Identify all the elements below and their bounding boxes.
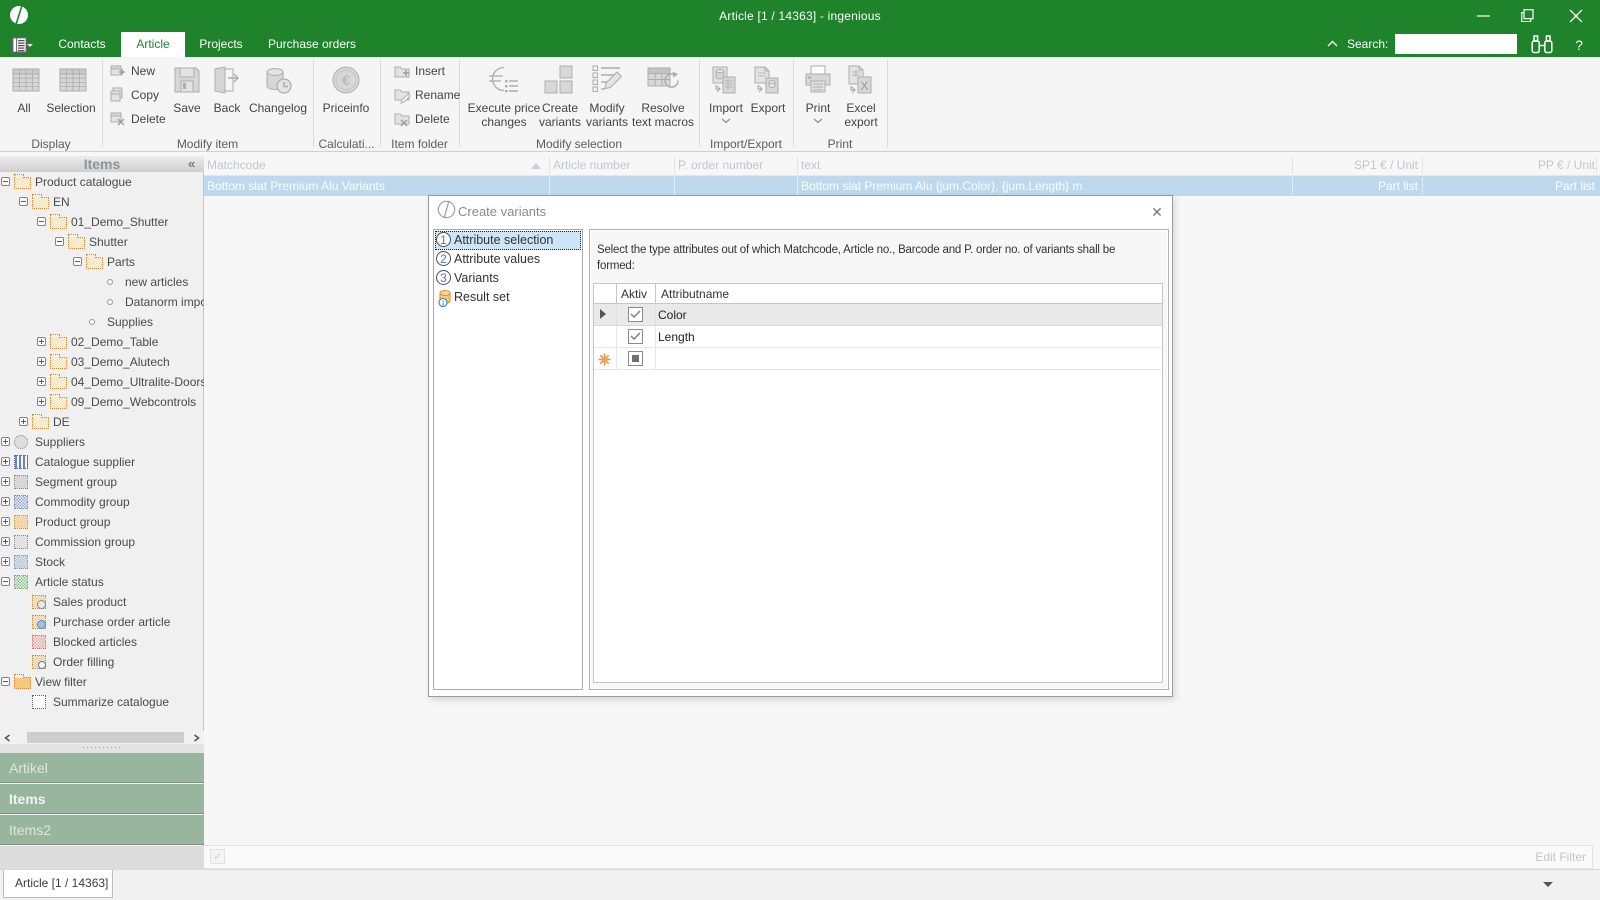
svg-text:X: X xyxy=(860,79,868,93)
svg-text:€: € xyxy=(342,72,350,88)
